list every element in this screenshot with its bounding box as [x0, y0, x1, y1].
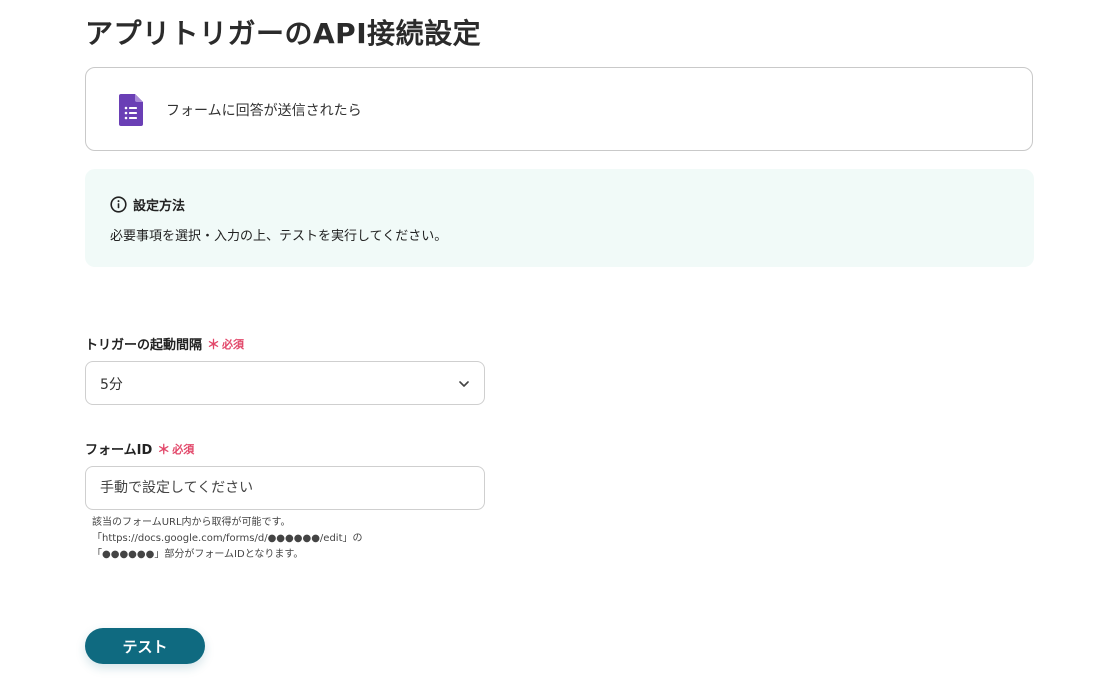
trigger-label: フォームに回答が送信されたら — [166, 103, 362, 119]
form-id-input[interactable] — [85, 466, 485, 510]
google-forms-icon — [119, 94, 143, 126]
test-button[interactable]: テスト — [85, 628, 205, 664]
info-icon — [110, 196, 127, 213]
interval-select[interactable]: 5分 — [85, 361, 485, 405]
help-line: 「●●●●●●」部分がフォームIDとなります。 — [92, 549, 304, 560]
info-box: 設定方法 必要事項を選択・入力の上、テストを実行してください。 — [85, 169, 1034, 267]
info-title: 設定方法 — [133, 199, 186, 214]
required-badge: ＊ 必須 — [157, 439, 195, 459]
help-line: 「https://docs.google.com/forms/d/●●●●●●/… — [92, 533, 363, 544]
form-id-help: 該当のフォームURL内から取得が可能です。 「https://docs.goog… — [92, 515, 363, 563]
interval-label: トリガーの起動間隔 ＊ 必須 — [85, 334, 245, 354]
required-text: 必須 — [172, 442, 195, 456]
required-text: 必須 — [222, 337, 245, 351]
required-star: ＊ — [157, 443, 171, 458]
chevron-down-icon — [459, 381, 469, 387]
info-text: 必要事項を選択・入力の上、テストを実行してください。 — [110, 229, 448, 244]
form-id-label: フォームID ＊ 必須 — [85, 439, 195, 459]
trigger-card[interactable]: フォームに回答が送信されたら — [85, 67, 1033, 151]
info-heading: 設定方法 — [110, 195, 185, 214]
required-badge: ＊ 必須 — [207, 334, 245, 354]
required-star: ＊ — [207, 338, 221, 353]
interval-select-value: 5分 — [100, 377, 123, 393]
page-title: アプリトリガーのAPI接続設定 — [85, 17, 482, 50]
form-id-label-text: フォームID — [85, 443, 153, 458]
interval-label-text: トリガーの起動間隔 — [85, 338, 203, 353]
help-line: 該当のフォームURL内から取得が可能です。 — [92, 517, 291, 528]
